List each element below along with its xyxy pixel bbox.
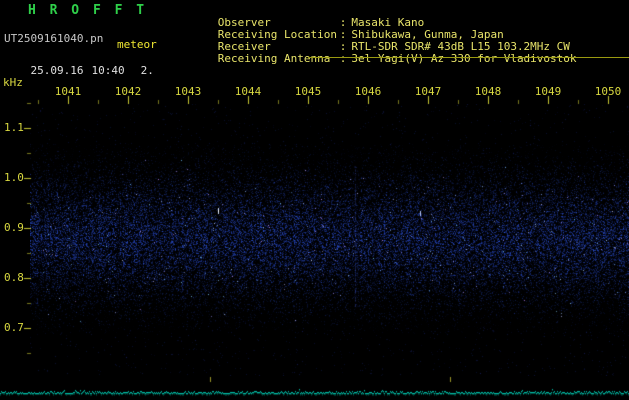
x-tick-label: 1043: [174, 85, 202, 98]
y-tick-label: 1.1: [4, 121, 24, 134]
y-tick-label: 0.7: [4, 321, 24, 334]
x-tick-label: 1041: [54, 85, 82, 98]
y-tick-label: 0.8: [4, 271, 24, 284]
timestamp-row: 25.09.16 10:40 2.: [4, 53, 154, 89]
capture-filename: UT2509161040.pn: [4, 32, 104, 45]
x-tick-label: 1050: [594, 85, 622, 98]
mode-label: meteor: [117, 38, 157, 51]
x-tick-label: 1044: [234, 85, 262, 98]
spectrogram-canvas: [30, 104, 629, 376]
station-label: Receiving Antenna: [217, 52, 331, 65]
y-tick-label: 0.9: [4, 221, 24, 234]
signal-level-canvas: [0, 377, 629, 400]
hrofft-window: H R O F F T UT2509161040.pn meteor 25.09…: [0, 0, 629, 400]
date-text: 25.09.16: [30, 64, 84, 77]
x-tick-label: 1046: [354, 85, 382, 98]
app-title: H R O F F T: [28, 3, 148, 18]
station-row-observer: Observer: Masaki Kano: [178, 5, 577, 29]
header-divider: [308, 57, 629, 58]
x-tick-label: 1048: [474, 85, 502, 98]
x-tick-label: 1045: [294, 85, 322, 98]
y-tick-label: 1.0: [4, 171, 24, 184]
station-value: 3el Yagi(V) Az 330 for Vladivostok: [351, 52, 577, 65]
station-info: Observer: Masaki Kano Receiving Location:…: [178, 5, 577, 65]
sweep-counter: 2.: [140, 64, 154, 77]
colon-separator: :: [339, 52, 347, 65]
x-tick-label: 1042: [114, 85, 142, 98]
x-tick-label: 1047: [414, 85, 442, 98]
y-axis-unit: kHz: [3, 76, 23, 89]
x-tick-label: 1049: [534, 85, 562, 98]
time-text: 10:40: [91, 64, 125, 77]
